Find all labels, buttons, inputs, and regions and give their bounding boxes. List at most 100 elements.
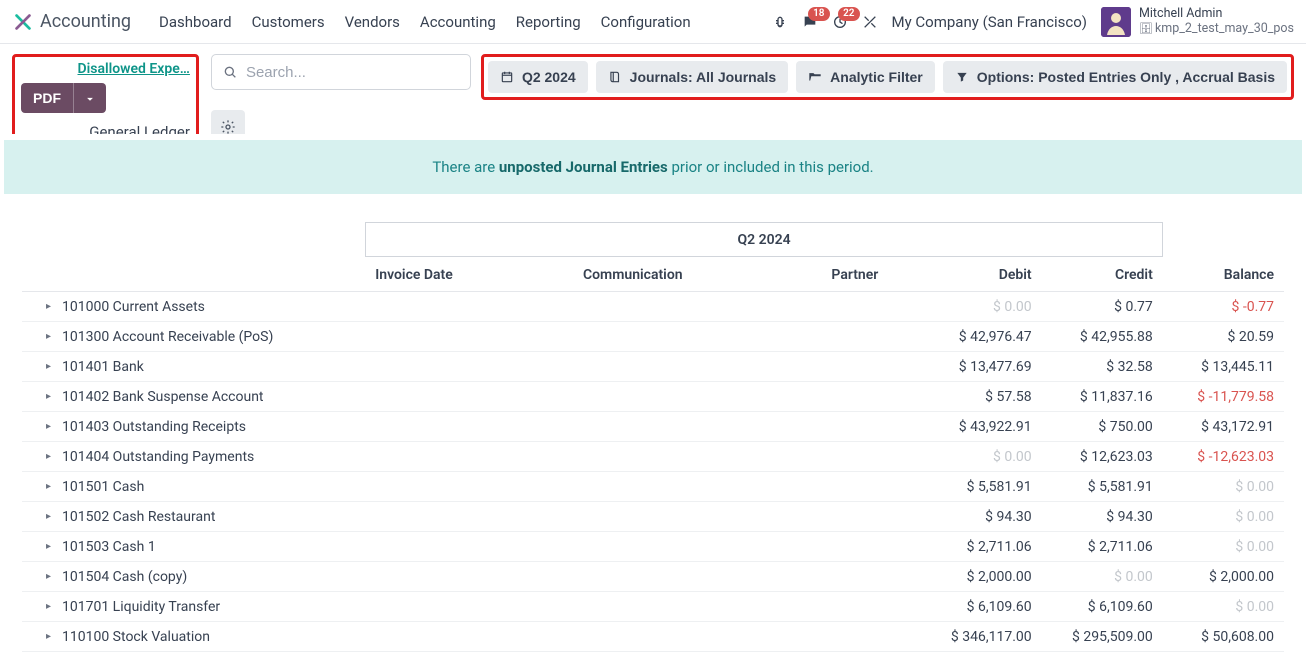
table-row[interactable]: ▸101504 Cash (copy)$ 2,000.00$ 0.00$ 2,0… — [22, 562, 1284, 592]
account-name: 101502 Cash Restaurant — [62, 509, 215, 525]
cell-credit: $ 42,955.88 — [1042, 322, 1163, 352]
cell-credit: $ 750.00 — [1042, 412, 1163, 442]
account-name: 101503 Cash 1 — [62, 539, 156, 555]
account-name: 110100 Stock Valuation — [62, 629, 210, 645]
account-name: 101402 Bank Suspense Account — [62, 389, 264, 405]
messages-icon[interactable]: 18 — [802, 14, 818, 30]
avatar — [1101, 7, 1131, 37]
filter-period[interactable]: Q2 2024 — [488, 61, 588, 93]
folder-open-icon — [808, 70, 822, 84]
top-navbar: Accounting Dashboard Customers Vendors A… — [0, 0, 1306, 44]
cell-debit: $ 2,711.06 — [921, 532, 1042, 562]
account-name: 101701 Liquidity Transfer — [62, 599, 220, 615]
cell-debit: $ 346,117.00 — [921, 622, 1042, 652]
cell-debit: $ 43,922.91 — [921, 412, 1042, 442]
cell-debit: $ 57.58 — [921, 382, 1042, 412]
cell-balance: $ -11,779.58 — [1163, 382, 1284, 412]
activities-icon[interactable]: 22 — [832, 14, 848, 30]
filter-journals[interactable]: Journals: All Journals — [596, 61, 789, 93]
chevron-down-icon — [83, 92, 97, 106]
table-row[interactable]: ▸101503 Cash 1$ 2,711.06$ 2,711.06$ 0.00 — [22, 532, 1284, 562]
general-ledger-table: Q2 2024 Invoice Date Communication Partn… — [22, 222, 1284, 652]
caret-right-icon: ▸ — [46, 301, 54, 312]
filter-period-label: Q2 2024 — [522, 69, 576, 85]
menu-reporting[interactable]: Reporting — [516, 13, 581, 31]
cell-debit: $ 5,581.91 — [921, 472, 1042, 502]
cell-credit: $ 295,509.00 — [1042, 622, 1163, 652]
table-row[interactable]: ▸110100 Stock Valuation$ 346,117.00$ 295… — [22, 622, 1284, 652]
account-name: 101504 Cash (copy) — [62, 569, 187, 585]
cell-balance: $ 0.00 — [1163, 472, 1284, 502]
cell-credit: $ 0.77 — [1042, 292, 1163, 322]
cell-balance: $ -0.77 — [1163, 292, 1284, 322]
filters-highlight: Q2 2024 Journals: All Journals Analytic … — [481, 54, 1294, 100]
menu-vendors[interactable]: Vendors — [345, 13, 400, 31]
cell-debit: $ 6,109.60 — [921, 592, 1042, 622]
cell-debit: $ 42,976.47 — [921, 322, 1042, 352]
account-name: 101000 Current Assets — [62, 299, 205, 315]
col-communication: Communication — [476, 257, 789, 292]
table-row[interactable]: ▸101501 Cash$ 5,581.91$ 5,581.91$ 0.00 — [22, 472, 1284, 502]
table-row[interactable]: ▸101701 Liquidity Transfer$ 6,109.60$ 6,… — [22, 592, 1284, 622]
user-menu[interactable]: Mitchell Admin 🗄kmp_2_test_may_30_pos — [1101, 7, 1294, 37]
cell-credit: $ 2,711.06 — [1042, 532, 1163, 562]
col-debit: Debit — [921, 257, 1042, 292]
caret-right-icon: ▸ — [46, 481, 54, 492]
account-name: 101404 Outstanding Payments — [62, 449, 254, 465]
caret-right-icon: ▸ — [46, 541, 54, 552]
pdf-export-group: PDF — [21, 83, 106, 113]
pdf-dropdown-caret[interactable] — [73, 83, 106, 113]
table-row[interactable]: ▸101402 Bank Suspense Account$ 57.58$ 11… — [22, 382, 1284, 412]
cell-debit: $ 0.00 — [921, 442, 1042, 472]
banner-prefix: There are — [432, 158, 499, 176]
menu-customers[interactable]: Customers — [252, 13, 325, 31]
table-row[interactable]: ▸101300 Account Receivable (PoS)$ 42,976… — [22, 322, 1284, 352]
period-header: Q2 2024 — [365, 223, 1163, 257]
cell-credit: $ 12,623.03 — [1042, 442, 1163, 472]
menu-dashboard[interactable]: Dashboard — [159, 13, 232, 31]
cell-debit: $ 13,477.69 — [921, 352, 1042, 382]
banner-highlight: unposted Journal Entries — [499, 158, 668, 176]
caret-right-icon: ▸ — [46, 361, 54, 372]
search-input[interactable] — [246, 64, 460, 81]
brand[interactable]: Accounting — [12, 11, 131, 33]
company-switcher[interactable]: My Company (San Francisco) — [892, 13, 1087, 31]
cell-balance: $ 43,172.91 — [1163, 412, 1284, 442]
caret-right-icon: ▸ — [46, 571, 54, 582]
col-partner: Partner — [789, 257, 920, 292]
unposted-entries-banner[interactable]: There are unposted Journal Entries prior… — [4, 140, 1302, 194]
user-name: Mitchell Admin — [1139, 7, 1294, 21]
breadcrumb-link[interactable]: Disallowed Expe… — [70, 61, 190, 77]
cell-credit: $ 32.58 — [1042, 352, 1163, 382]
menu-configuration[interactable]: Configuration — [601, 13, 691, 31]
table-row[interactable]: ▸ 101404 Outstanding Payments $ 0.00$ 12,6… — [22, 442, 1284, 472]
caret-right-icon: ▸ — [46, 391, 54, 402]
filter-options[interactable]: Options: Posted Entries Only , Accrual B… — [943, 61, 1287, 93]
filter-options-label: Options: Posted Entries Only , Accrual B… — [977, 69, 1275, 85]
col-invoice-date: Invoice Date — [365, 257, 476, 292]
debug-icon[interactable] — [772, 14, 788, 30]
search-icon — [222, 64, 238, 80]
banner-suffix: prior or included in this period. — [668, 158, 874, 176]
gear-icon — [220, 119, 236, 135]
book-icon — [608, 70, 622, 84]
pdf-button[interactable]: PDF — [21, 83, 73, 113]
search-box[interactable] — [211, 54, 471, 90]
cell-debit: $ 2,000.00 — [921, 562, 1042, 592]
cell-credit: $ 5,581.91 — [1042, 472, 1163, 502]
report-scroll-area[interactable]: There are unposted Journal Entries prior… — [0, 134, 1306, 660]
table-row[interactable]: ▸101000 Current Assets$ 0.00$ 0.77$ -0.7… — [22, 292, 1284, 322]
filter-analytic[interactable]: Analytic Filter — [796, 61, 935, 93]
tools-icon[interactable] — [862, 14, 878, 30]
caret-right-icon: ▸ — [46, 451, 54, 462]
menu-accounting[interactable]: Accounting — [420, 13, 496, 31]
app-logo-icon — [12, 11, 34, 33]
col-credit: Credit — [1042, 257, 1163, 292]
table-row[interactable]: ▸101401 Bank$ 13,477.69$ 32.58$ 13,445.1… — [22, 352, 1284, 382]
caret-right-icon: ▸ — [46, 601, 54, 612]
table-row[interactable]: ▸101502 Cash Restaurant$ 94.30$ 94.30$ 0… — [22, 502, 1284, 532]
caret-right-icon: ▸ — [46, 331, 54, 342]
funnel-icon — [955, 70, 969, 84]
caret-right-icon: ▸ — [46, 511, 54, 522]
table-row[interactable]: ▸101403 Outstanding Receipts$ 43,922.91$… — [22, 412, 1284, 442]
